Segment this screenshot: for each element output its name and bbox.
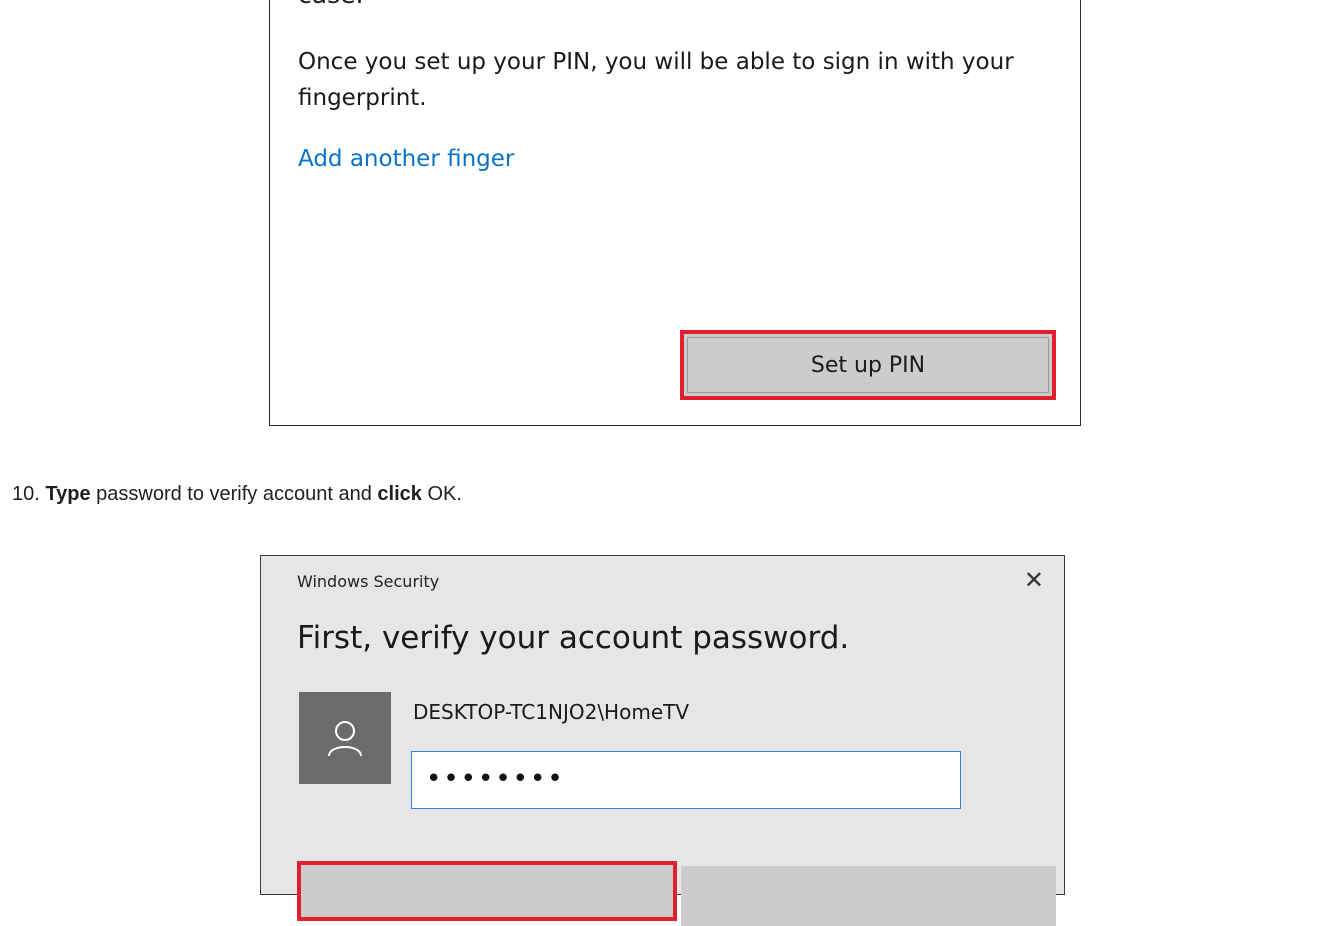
step-number: 10. [12, 483, 40, 505]
dialog-heading: First, verify your account password. [297, 620, 850, 656]
step-end-text: OK. [421, 483, 462, 505]
add-another-finger-link[interactable]: Add another finger [298, 146, 514, 172]
step-instruction: 10. Type password to verify account and … [12, 483, 462, 506]
truncated-text: case. [298, 0, 363, 9]
user-icon [328, 721, 362, 757]
step-verb-click: click [377, 483, 422, 505]
step-middle-text: password to verify account and [90, 483, 378, 505]
pin-setup-panel: case. Once you set up your PIN, you will… [269, 0, 1081, 426]
fingerprint-info-text: Once you set up your PIN, you will be ab… [298, 49, 1014, 111]
ok-button[interactable] [297, 861, 677, 921]
windows-security-dialog: Windows Security ✕ First, verify your ac… [260, 555, 1065, 926]
user-avatar [299, 692, 391, 784]
dialog-title: Windows Security [297, 572, 440, 591]
close-icon[interactable]: ✕ [1024, 566, 1044, 594]
step-verb-type: Type [45, 483, 91, 505]
password-input[interactable]: •••••••• [411, 751, 961, 809]
set-up-pin-button[interactable]: Set up PIN [680, 330, 1056, 400]
set-up-pin-label: Set up PIN [810, 352, 926, 378]
account-name: DESKTOP-TC1NJO2\HomeTV [413, 700, 690, 724]
cancel-button[interactable] [681, 866, 1056, 926]
